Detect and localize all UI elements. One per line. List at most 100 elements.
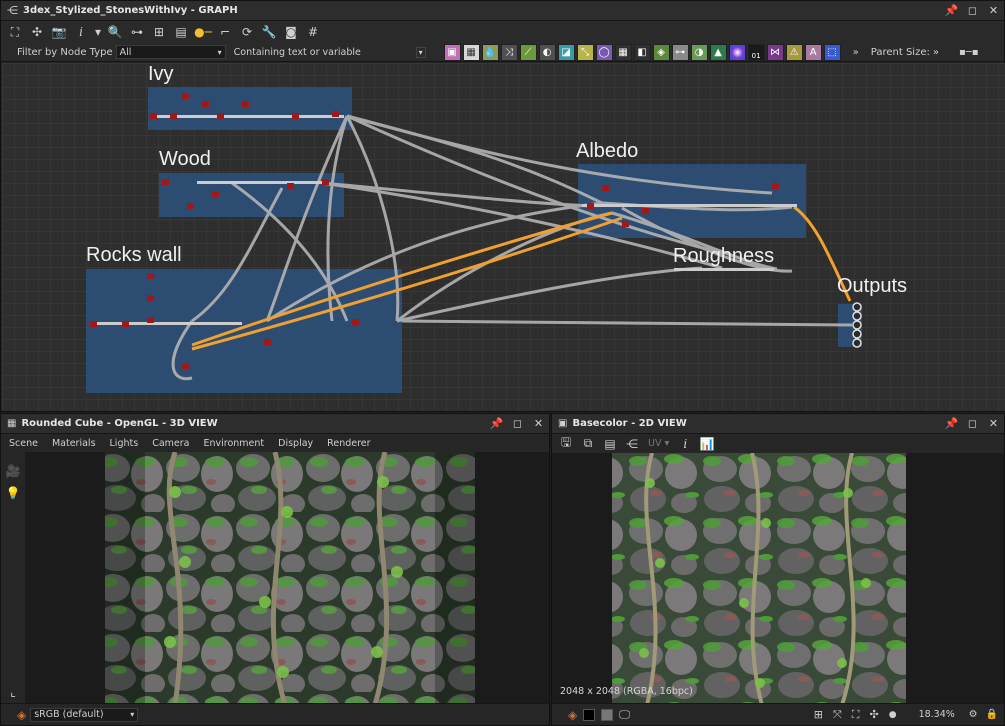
graph-canvas[interactable]: Ivy Wood Rocks wall Albedo Roughness Out… [2,63,1005,411]
zoom-value[interactable]: 18.34% [919,709,959,720]
menu-scene[interactable]: Scene [9,438,38,449]
tile-grid-icon[interactable]: ⊞ [814,708,823,721]
parent-size-expand-icon[interactable]: » [933,47,939,58]
search-input[interactable]: Containing text or variable ▾ [230,45,430,59]
pin-icon[interactable]: 📌 [490,416,504,430]
lightbulb-icon[interactable]: 💡 [3,484,23,502]
grid-icon[interactable]: # [303,23,323,41]
hierarchy-icon[interactable]: ⊞ [149,23,169,41]
close-icon[interactable]: ✕ [987,416,1000,430]
transform-chip-icon[interactable]: ⤡ [576,43,594,61]
view2d-viewport[interactable]: 2048 x 2048 (RGBA, 16bpc) [552,453,1004,703]
hsl-chip-icon[interactable]: ◑ [690,43,708,61]
copy-image-icon[interactable]: ⧉ [578,435,598,453]
link-nodes-icon[interactable]: ▪─▪ [959,47,979,58]
blur-chip-icon[interactable]: 💧 [481,43,499,61]
frame-chip-icon[interactable]: ⬚ [823,43,841,61]
view2d-window-icon: ▣ [558,418,568,429]
levels-chip-icon[interactable]: ⊶ [671,43,689,61]
lock-icon[interactable]: 🔒 [986,709,998,720]
view3d-window-icon: ▦ [7,418,17,429]
node-type-select[interactable]: All ▾ [115,45,226,59]
zoom-slider-dot-icon[interactable]: ● [889,710,897,720]
search-icon[interactable]: 🔍 [105,23,125,41]
share-icon[interactable]: ⋲ [622,435,642,453]
histogram-icon[interactable]: 📊 [697,435,717,453]
close-icon[interactable]: ✕ [987,3,1000,17]
menu-camera[interactable]: Camera [152,438,189,449]
bitmap-chip-icon[interactable]: ▣ [443,43,461,61]
warp-chip-icon[interactable]: ◐ [538,43,556,61]
frame-view-icon[interactable]: ⛶ [852,708,860,722]
parent-size-label: Parent Size: [870,46,930,58]
view2d-statusbar: ◈ 🖵 ⊞ ⤧ ⛶ ✣ ● 18.34% ⚙ 🔒 [552,703,1004,725]
rounded-cube-render [105,452,475,703]
colorspace-select[interactable]: sRGB (default) ▾ [30,707,139,722]
maximize-icon[interactable]: ◻ [966,3,979,17]
uniform-chip-icon[interactable]: ▦ [462,43,480,61]
blend-chip-icon[interactable]: ⤨ [500,43,518,61]
view3d-title: Rounded Cube - OpenGL - 3D VIEW [21,418,218,429]
gear-icon[interactable]: ⚙ [969,709,978,720]
maximize-icon[interactable]: ◻ [511,416,524,430]
info-icon[interactable]: i [71,23,91,41]
pin-icon[interactable]: 📌 [945,416,959,430]
histogram-chip-icon[interactable]: ▲ [709,43,727,61]
gradient-chip-icon[interactable]: ◈ [652,43,670,61]
pan-icon[interactable]: ✣ [870,708,879,721]
expand-toolbar-icon[interactable]: » [853,47,859,58]
doc-icon[interactable]: ▤ [171,23,191,41]
video-camera-icon[interactable]: 🎥 [3,462,23,480]
paste-image-icon[interactable]: ▤ [600,435,620,453]
uv-label: UV [648,438,662,449]
link-icon[interactable]: ⊶ [127,23,147,41]
menu-lights[interactable]: Lights [110,438,139,449]
menu-materials[interactable]: Materials [52,438,96,449]
info-icon[interactable]: i [675,435,695,453]
menu-display[interactable]: Display [278,438,313,449]
save-image-icon[interactable]: 🖫 [556,435,576,453]
uv-dropdown[interactable]: UV ▾ [648,438,669,449]
layers-icon[interactable]: ◈ [568,708,577,722]
wrench-icon[interactable]: 🔧 [259,23,279,41]
view2d-toolbar: 🖫 ⧉ ▤ ⋲ UV ▾ i 📊 [552,434,1004,453]
display-icon[interactable]: 🖵 [619,708,630,722]
pin-icon[interactable]: 📌 [945,3,959,17]
preview-icon[interactable]: ◙ [281,23,301,41]
fit-icon[interactable]: ⤧ [833,708,842,722]
emboss-chip-icon[interactable]: ◧ [633,43,651,61]
graph-panel: ⋲ 3dex_Stylized_StonesWithIvy - GRAPH 📌 … [0,0,1005,412]
center-icon[interactable]: ✣ [27,23,47,41]
close-icon[interactable]: ✕ [532,416,545,430]
curve-chip-icon[interactable]: ⟋ [519,43,537,61]
colorspace-value: sRGB (default) [34,709,104,720]
layers-icon[interactable]: ◈ [17,708,26,722]
menu-renderer[interactable]: Renderer [327,438,370,449]
frame-all-icon[interactable]: ⛶ [5,23,25,41]
view2d-panel: ▣ Basecolor - 2D VIEW 📌 ◻ ✕ 🖫 ⧉ ▤ ⋲ UV ▾… [551,413,1005,726]
connect-icon[interactable]: ⌐ [215,23,235,41]
tile-chip-icon[interactable]: ▦ [614,43,632,61]
refresh-icon[interactable]: ⟳ [237,23,257,41]
black-swatch-icon[interactable] [583,708,596,721]
camera-icon[interactable]: 📷 [49,23,69,41]
graph-title: 3dex_Stylized_StonesWithIvy - GRAPH [23,5,238,16]
levels-numeric-chip-icon[interactable]: 01 [747,43,765,61]
normal-chip-icon[interactable]: ◪ [557,43,575,61]
shape-chip-icon[interactable]: ◯ [595,43,613,61]
dropdown-arrow-icon[interactable]: ▾ [93,23,103,41]
warning-chip-icon[interactable]: ⚠ [785,43,803,61]
filter-bar: Filter by Node Type All ▾ Containing tex… [1,43,1004,62]
chevron-down-icon: ▾ [217,47,222,57]
grey-swatch-icon[interactable] [601,708,614,721]
text-chip-icon[interactable]: A [804,43,822,61]
pin-node-icon[interactable]: ●─ [193,23,213,41]
menu-environment[interactable]: Environment [203,438,264,449]
frame-title-rocks-wall: Rocks wall [86,244,182,266]
color-chip-icon[interactable] [728,43,746,61]
view3d-viewport[interactable] [25,452,549,703]
node-type-value: All [119,46,132,58]
maximize-icon[interactable]: ◻ [966,416,979,430]
axis-icon[interactable]: ⌞ [3,683,23,701]
fx-map-chip-icon[interactable]: ⋈ [766,43,784,61]
